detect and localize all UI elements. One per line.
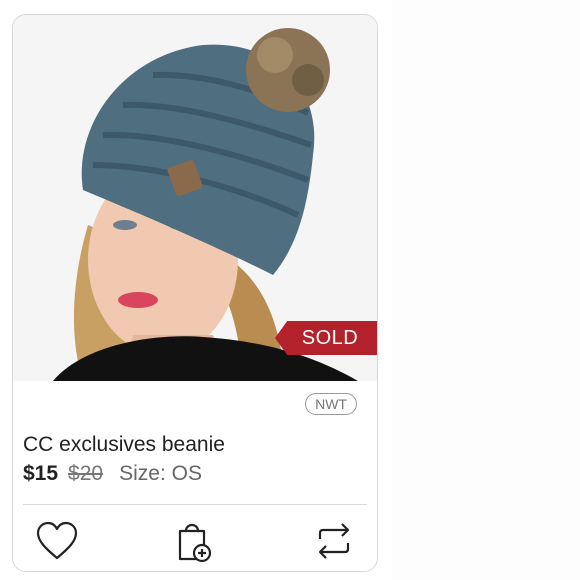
background-panel — [392, 0, 580, 580]
shopping-bag-add-icon — [178, 523, 212, 563]
current-price: $15 — [23, 462, 59, 485]
sold-banner: SOLD — [275, 321, 377, 355]
price-row: $15 $20 Size: OS — [23, 462, 202, 486]
seller-area — [23, 382, 181, 416]
size-label: Size: OS — [119, 462, 202, 485]
heart-icon — [36, 521, 78, 560]
condition-badge: NWT — [305, 393, 357, 415]
add-to-bundle-button[interactable] — [170, 517, 218, 565]
product-photo[interactable]: SOLD — [13, 15, 377, 381]
divider — [23, 504, 367, 505]
action-bar — [13, 517, 377, 565]
share-button[interactable] — [310, 517, 358, 565]
repost-icon — [318, 523, 350, 559]
listing-title[interactable]: CC exclusives beanie — [23, 433, 225, 457]
original-price: $20 — [68, 462, 104, 485]
listing-card[interactable]: SOLD NWT CC exclusives beanie $15 $20 Si… — [12, 14, 378, 572]
like-button[interactable] — [33, 517, 81, 565]
